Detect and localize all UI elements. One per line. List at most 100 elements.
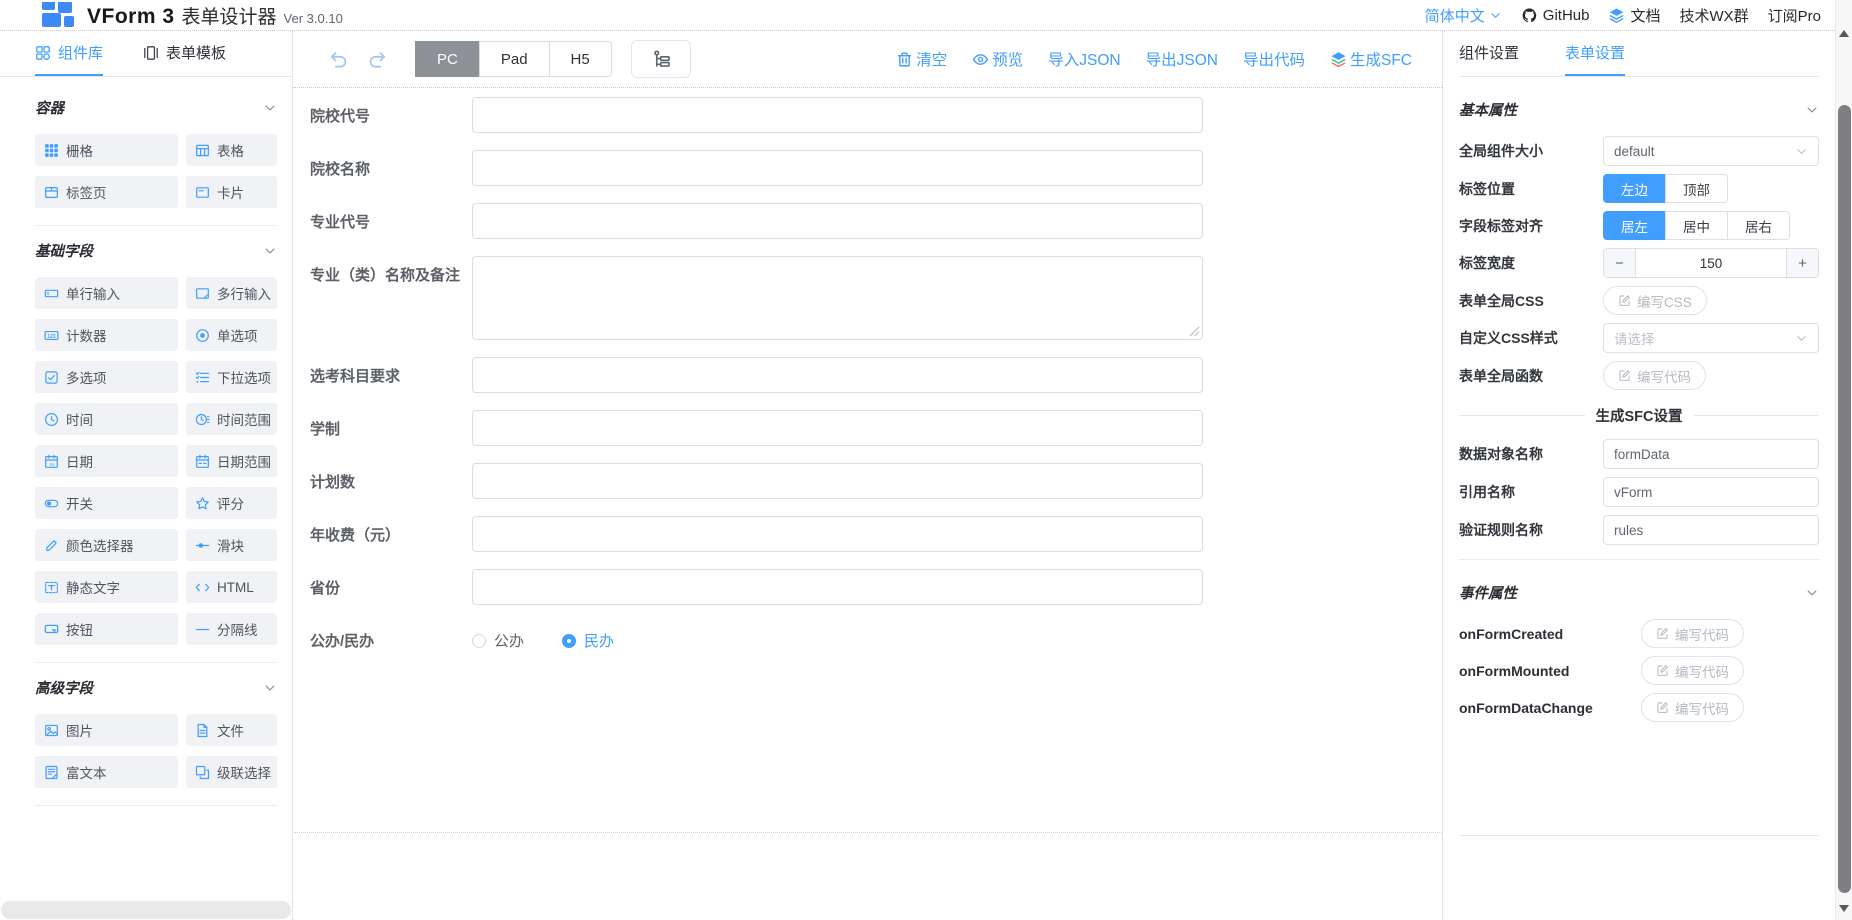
designer-main: PCPadH5 清空 预览 导入JSON — [294, 31, 1442, 920]
widget-item[interactable]: 滑块 — [186, 529, 277, 561]
section-header-containers[interactable]: 容器 — [35, 97, 277, 118]
write-code-button[interactable]: 编写代码 — [1641, 656, 1744, 685]
horizontal-scrollbar[interactable] — [1, 901, 291, 919]
label-width-value[interactable]: 150 — [1636, 249, 1786, 277]
undo-button[interactable] — [326, 48, 348, 70]
write-code-button[interactable]: 编写代码 — [1641, 693, 1744, 722]
widget-item[interactable]: 颜色选择器 — [35, 529, 178, 561]
text-input[interactable] — [472, 463, 1203, 499]
text-input[interactable] — [472, 410, 1203, 446]
widget-item[interactable]: 多行输入 — [186, 277, 277, 309]
toolbar-action[interactable]: 生成SFC — [1330, 48, 1412, 70]
rules-name-input[interactable]: rules — [1603, 515, 1819, 545]
custom-css-select[interactable]: 请选择 — [1603, 323, 1819, 353]
form-field-row[interactable]: 年收费（元） — [310, 516, 1203, 552]
toolbar-action[interactable]: 导出JSON — [1146, 48, 1218, 70]
widget-item[interactable]: 日期范围 — [186, 445, 277, 477]
widget-item[interactable]: 文件 — [186, 714, 277, 746]
text-input[interactable] — [472, 97, 1203, 133]
scroll-up-arrow-icon[interactable] — [1839, 30, 1849, 37]
widget-item[interactable]: 分隔线 — [186, 613, 277, 645]
header-link[interactable]: 文档 — [1608, 5, 1660, 26]
section-header-event-props[interactable]: 事件属性 — [1459, 582, 1819, 603]
text-input[interactable] — [472, 569, 1203, 605]
widget-item[interactable]: 123 计数器 — [35, 319, 178, 351]
widget-item[interactable]: 表格 — [186, 134, 277, 166]
label-position-top[interactable]: 顶部 — [1665, 174, 1728, 203]
widget-item[interactable]: 单行输入 — [35, 277, 178, 309]
label-position-left[interactable]: 左边 — [1603, 174, 1666, 203]
text-input[interactable] — [472, 516, 1203, 552]
write-css-button[interactable]: 编写CSS — [1603, 286, 1707, 315]
form-field-row[interactable]: 院校代号 — [310, 97, 1203, 133]
tab-widget-settings[interactable]: 组件设置 — [1459, 31, 1519, 76]
device-button[interactable]: PC — [415, 41, 480, 77]
device-button[interactable]: H5 — [549, 41, 612, 77]
data-object-input[interactable]: formData — [1603, 439, 1819, 469]
tab-form-templates[interactable]: 表单模板 — [143, 31, 226, 76]
widget-item[interactable]: HTML — [186, 571, 277, 603]
radio-option-selected[interactable]: 民办 — [562, 630, 614, 651]
scroll-down-arrow-icon[interactable] — [1839, 905, 1849, 912]
tab-form-settings[interactable]: 表单设置 — [1565, 31, 1625, 76]
align-center-button[interactable]: 居中 — [1665, 211, 1728, 240]
text-input[interactable] — [472, 357, 1203, 393]
write-code-button[interactable]: 编写代码 — [1603, 361, 1706, 390]
text-input[interactable] — [472, 203, 1203, 239]
widget-item[interactable]: 评分 — [186, 487, 277, 519]
vertical-scrollbar[interactable] — [1835, 0, 1852, 920]
widget-item[interactable]: 级联选择 — [186, 756, 277, 788]
global-size-select[interactable]: default — [1603, 136, 1819, 166]
widget-item[interactable]: 按钮 — [35, 613, 178, 645]
widget-item[interactable]: 富文本 — [35, 756, 178, 788]
widget-item[interactable]: 标签页 — [35, 176, 178, 208]
widget-item[interactable]: 开关 — [35, 487, 178, 519]
language-selector[interactable]: 简体中文 — [1425, 5, 1502, 26]
node-tree-button[interactable] — [631, 40, 691, 78]
form-field-row[interactable]: 公办/民办 公办 民办 — [310, 622, 1203, 651]
widget-item[interactable]: 图片 — [35, 714, 178, 746]
toolbar-action[interactable]: 清空 — [896, 48, 947, 70]
radio-option[interactable]: 公办 — [472, 630, 524, 651]
redo-button[interactable] — [368, 48, 390, 70]
eye-icon — [972, 51, 989, 68]
increase-button[interactable]: + — [1786, 249, 1818, 277]
header-link[interactable]: 订阅Pro — [1768, 5, 1821, 26]
widget-item[interactable]: 时间范围 — [186, 403, 277, 435]
form-field-row[interactable]: 省份 — [310, 569, 1203, 605]
widget-item[interactable]: 多选项 — [35, 361, 178, 393]
section-header-basic-fields[interactable]: 基础字段 — [35, 240, 277, 261]
section-header-advanced-fields[interactable]: 高级字段 — [35, 677, 277, 698]
align-right-button[interactable]: 居右 — [1727, 211, 1790, 240]
form-field-row[interactable]: 专业代号 — [310, 203, 1203, 239]
toolbar-action[interactable]: 导出代码 — [1243, 48, 1305, 70]
ref-name-input[interactable]: vForm — [1603, 477, 1819, 507]
header-link[interactable]: 技术WX群 — [1679, 5, 1748, 26]
widget-item[interactable]: 下拉选项 — [186, 361, 277, 393]
widget-item[interactable]: 卡片 — [186, 176, 277, 208]
widget-item[interactable]: 19 日期 — [35, 445, 178, 477]
header-link[interactable]: GitHub — [1521, 7, 1590, 24]
form-field-row[interactable]: 计划数 — [310, 463, 1203, 499]
form-field-row[interactable]: 专业（类）名称及备注 — [310, 256, 1203, 340]
scrollbar-thumb[interactable] — [1838, 105, 1851, 893]
widget-item[interactable]: 栅格 — [35, 134, 178, 166]
decrease-button[interactable]: − — [1604, 249, 1636, 277]
form-field-row[interactable]: 选考科目要求 — [310, 357, 1203, 393]
date-icon: 19 — [44, 454, 59, 469]
write-code-button[interactable]: 编写代码 — [1641, 619, 1744, 648]
widget-item[interactable]: 静态文字 — [35, 571, 178, 603]
device-button[interactable]: Pad — [479, 41, 550, 77]
tab-widget-library[interactable]: 组件库 — [35, 31, 103, 76]
widget-item[interactable]: 时间 — [35, 403, 178, 435]
section-header-basic-props[interactable]: 基本属性 — [1459, 99, 1819, 120]
toolbar-action[interactable]: 预览 — [972, 48, 1023, 70]
text-input[interactable] — [472, 150, 1203, 186]
form-field-row[interactable]: 学制 — [310, 410, 1203, 446]
widget-item[interactable]: 单选项 — [186, 319, 277, 351]
form-field-row[interactable]: 院校名称 — [310, 150, 1203, 186]
toolbar-action[interactable]: 导入JSON — [1048, 48, 1120, 70]
resize-handle-icon[interactable] — [1189, 326, 1200, 337]
textarea-input[interactable] — [472, 256, 1203, 340]
align-left-button[interactable]: 居左 — [1603, 211, 1666, 240]
